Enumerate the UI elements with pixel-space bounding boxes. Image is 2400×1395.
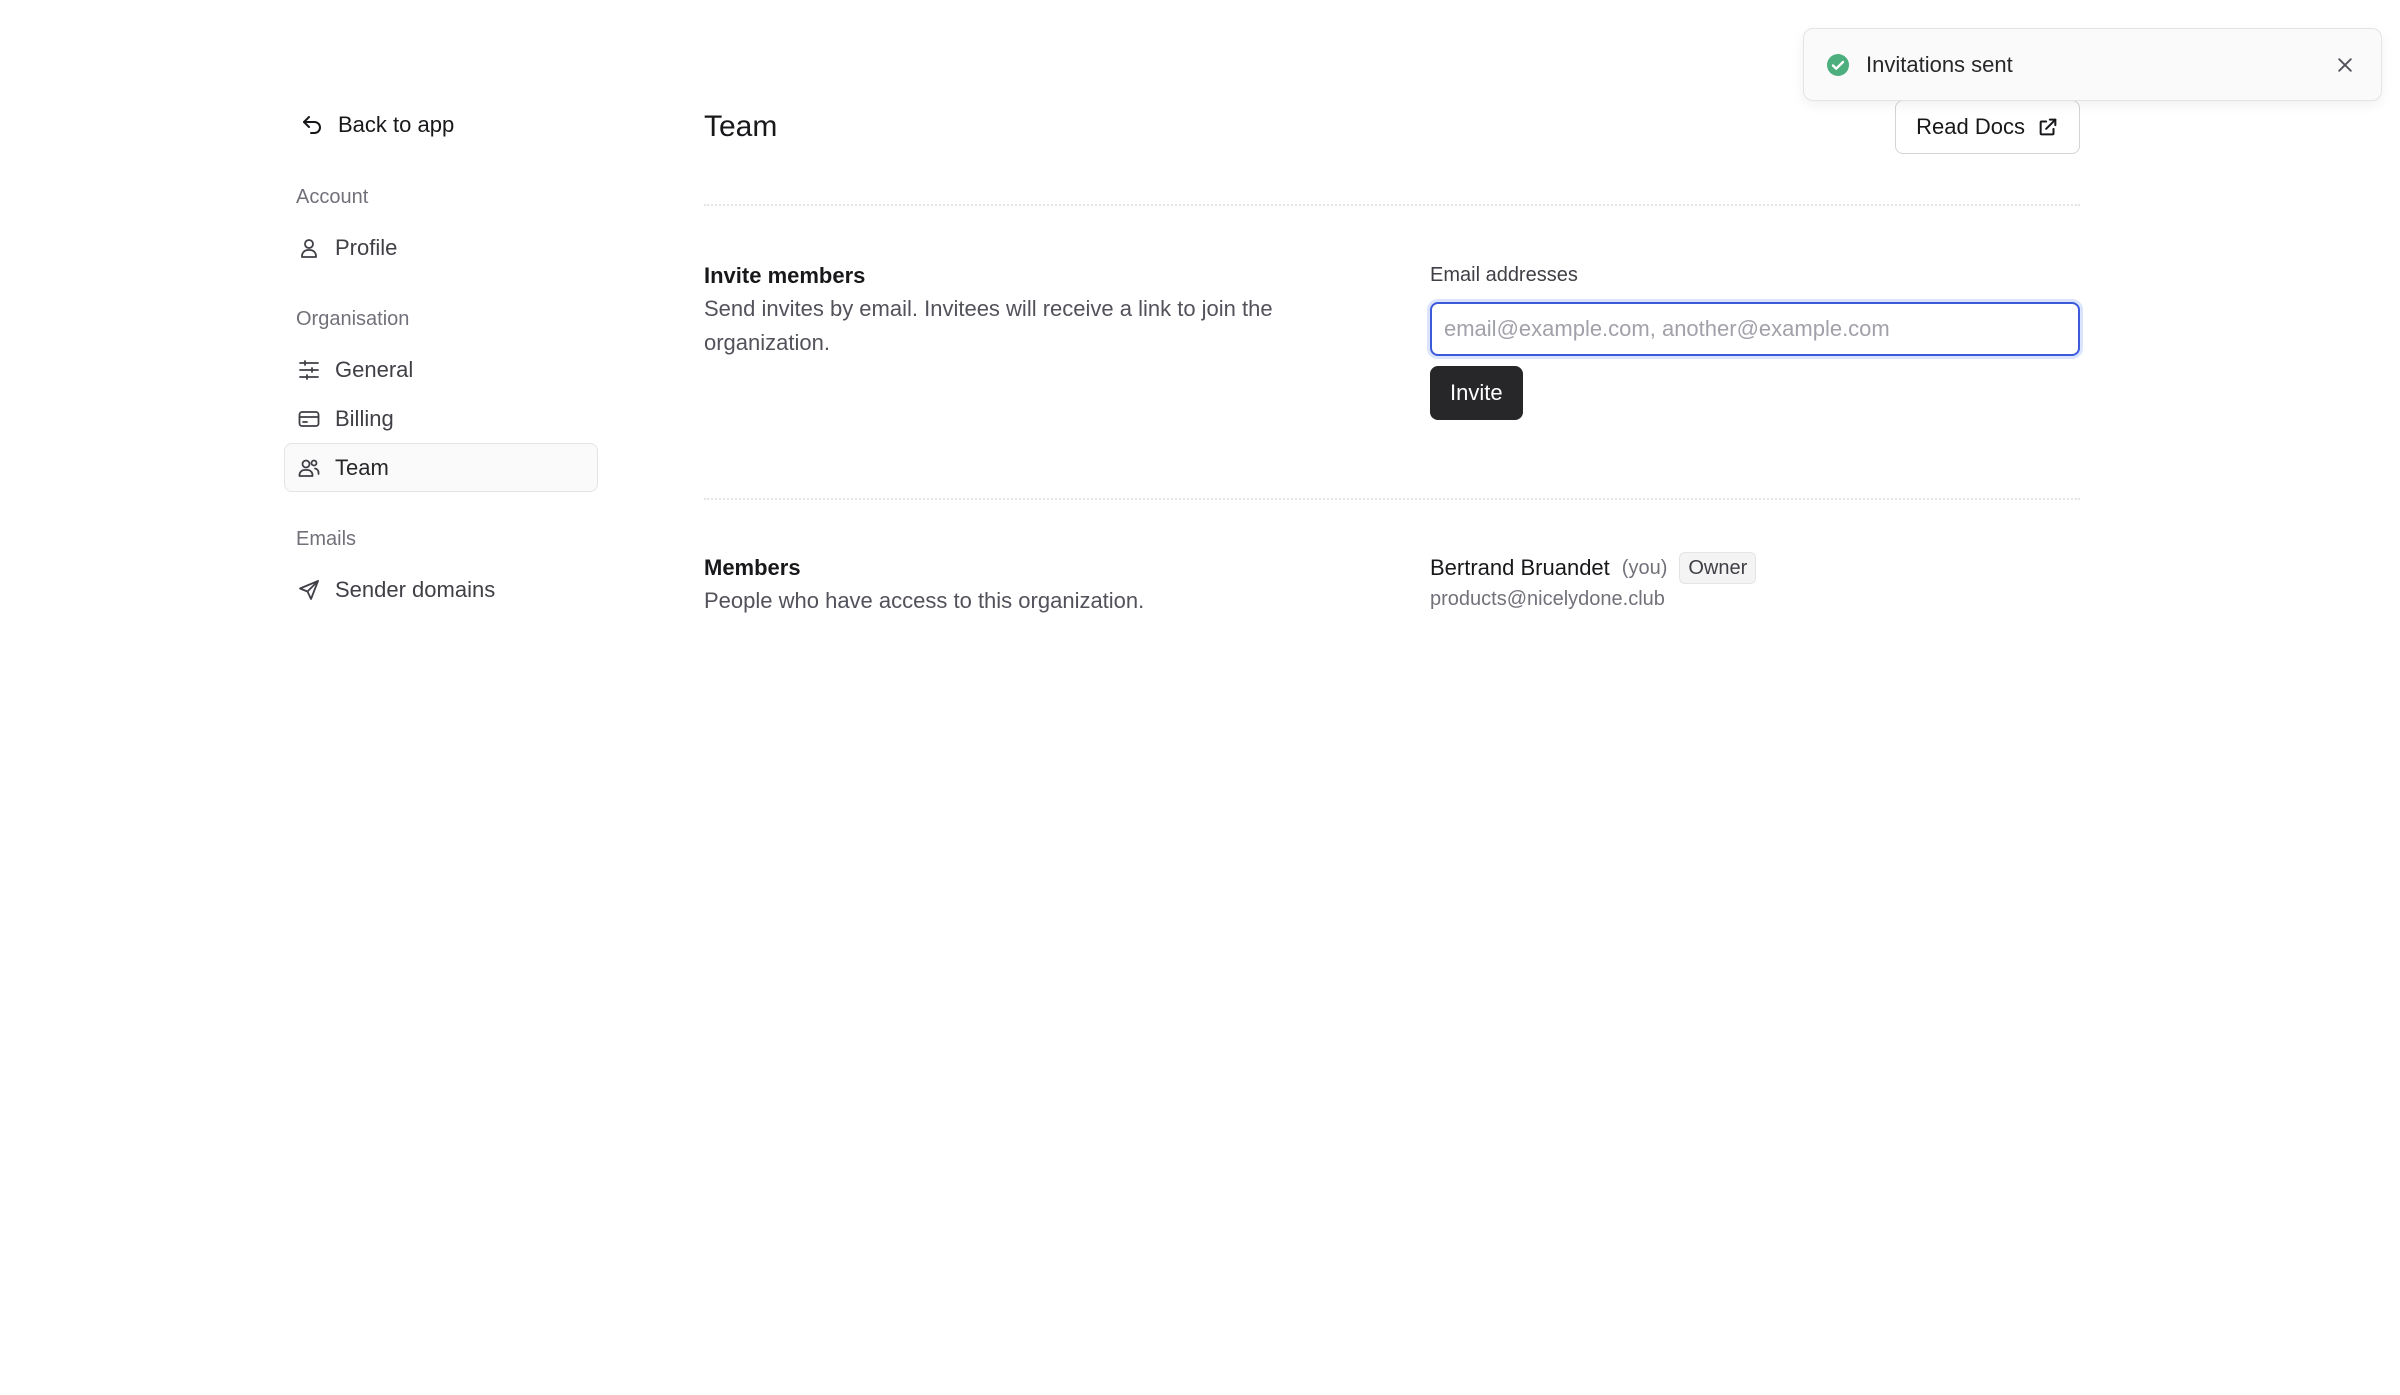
sidebar-item-team[interactable]: Team (284, 443, 598, 492)
invite-members-section: Invite members Send invites by email. In… (704, 206, 2080, 498)
close-icon (2338, 57, 2352, 72)
member-name: Bertrand Bruandet (1430, 555, 1610, 580)
sidebar-item-label: Sender domains (335, 576, 496, 602)
list-item: Bertrand Bruandet (you) Owner products@n… (1430, 552, 2080, 614)
send-icon (299, 579, 319, 600)
back-to-app-link[interactable]: Back to app (284, 100, 598, 150)
user-icon (301, 238, 317, 258)
check-circle-icon (1827, 53, 1849, 76)
invite-button[interactable]: Invite (1430, 366, 1523, 420)
member-email: products@nicelydone.club (1430, 588, 1665, 610)
invite-info: Invite members Send invites by email. In… (704, 260, 1430, 498)
member-header: Bertrand Bruandet (you) Owner (1430, 552, 2080, 584)
email-addresses-input[interactable] (1430, 302, 2080, 356)
page-header: Team Read Docs (704, 100, 2080, 154)
settings-page: Back to app Account Profile Organisation… (0, 0, 2400, 1395)
users-icon (298, 459, 320, 477)
role-badge: Owner (1679, 552, 1757, 584)
back-to-app-label: Back to app (338, 112, 455, 137)
toast-close-button[interactable] (2331, 51, 2359, 79)
read-docs-button[interactable]: Read Docs (1895, 100, 2080, 154)
sidebar-item-label: General (335, 356, 414, 382)
read-docs-label: Read Docs (1916, 114, 2025, 139)
sidebar-item-profile[interactable]: Profile (284, 223, 598, 272)
sidebar-item-general[interactable]: General (284, 345, 598, 394)
page-title: Team (704, 110, 778, 143)
sidebar-heading-account: Account (296, 186, 369, 208)
members-title: Members (704, 555, 801, 580)
toast-notification: Invitations sent (1803, 28, 2382, 101)
member-you-label: (you) (1621, 557, 1668, 579)
sliders-icon (299, 359, 319, 380)
members-list: Bertrand Bruandet (you) Owner products@n… (1430, 552, 2080, 618)
members-info: Members People who have access to this o… (704, 552, 1430, 618)
main-content: Team Read Docs Invite members Send invit… (704, 100, 2080, 618)
invite-form: Email addresses Invite (1430, 260, 2080, 498)
sidebar-item-label: Billing (335, 405, 394, 431)
sidebar-item-billing[interactable]: Billing (284, 394, 598, 443)
email-addresses-label: Email addresses (1430, 264, 1578, 286)
sidebar: Back to app Account Profile Organisation… (284, 100, 598, 614)
sidebar-item-label: Team (335, 454, 389, 480)
credit-card-icon (298, 410, 320, 427)
invite-title: Invite members (704, 263, 866, 288)
sidebar-heading-organisation: Organisation (296, 308, 410, 330)
members-section: Members People who have access to this o… (704, 500, 2080, 618)
sidebar-item-sender-domains[interactable]: Sender domains (284, 565, 598, 614)
sidebar-item-label: Profile (335, 234, 398, 260)
toast-message: Invitations sent (1866, 51, 2013, 77)
arrow-back-icon (303, 116, 321, 134)
sidebar-heading-emails: Emails (296, 528, 357, 550)
external-link-icon (2039, 118, 2057, 136)
members-description: People who have access to this organizat… (704, 588, 1145, 613)
invite-description: Send invites by email. Invitees will rec… (704, 296, 1273, 355)
